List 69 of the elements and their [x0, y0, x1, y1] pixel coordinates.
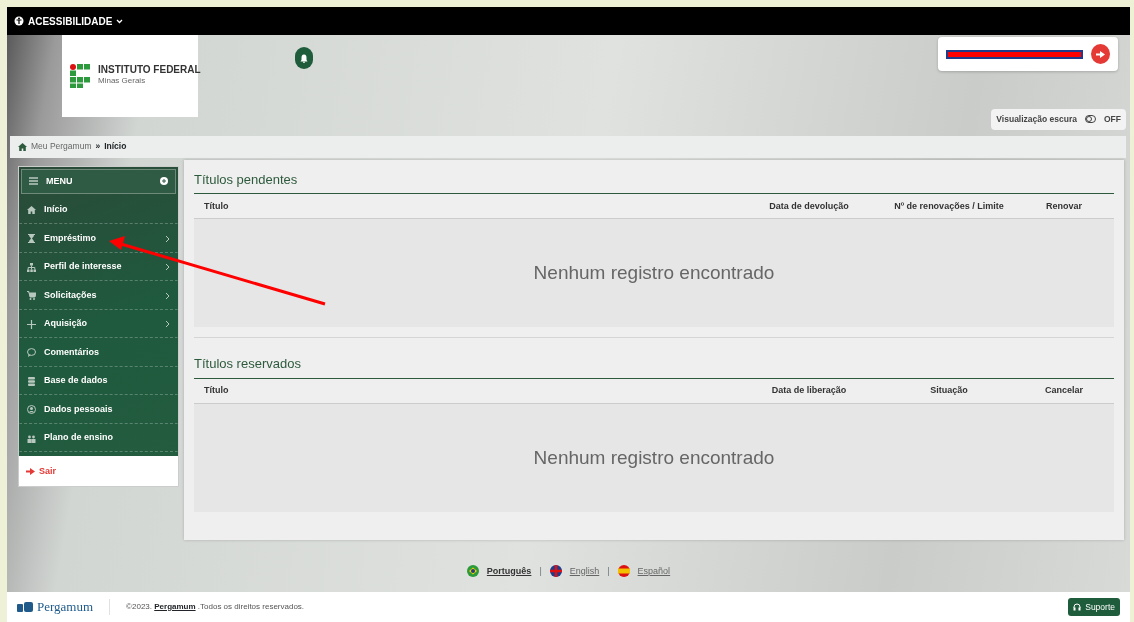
menu-item[interactable]: Comentários — [19, 338, 178, 367]
logout-button[interactable] — [1090, 44, 1110, 64]
column-header: Data de devolução — [768, 199, 850, 213]
menu-item[interactable]: Perfil de interesse — [19, 252, 178, 282]
toggle-icon — [1085, 115, 1096, 124]
caret-icon — [116, 18, 124, 24]
comment-icon — [27, 348, 36, 357]
menu-title: MENU — [46, 174, 73, 188]
headset-icon — [1073, 603, 1082, 611]
empty-message: Nenhum registro encontrado — [533, 261, 775, 286]
uk-flag-icon — [549, 565, 562, 578]
language-separator: | — [607, 564, 610, 578]
chevron-right-icon — [165, 320, 170, 328]
language-separator: | — [539, 564, 542, 578]
plus-circle-icon — [160, 177, 168, 186]
accessibility-menu-button[interactable]: ACESSIBILIDADE — [13, 12, 125, 30]
bell-icon — [300, 53, 308, 63]
logo-title: INSTITUTO FEDERAL — [98, 65, 201, 75]
dark-mode-state: OFF — [1104, 113, 1121, 126]
cart-icon — [27, 291, 36, 300]
menu-item[interactable]: Aquisição — [19, 309, 178, 339]
hourglass-icon — [27, 234, 36, 243]
database-icon — [27, 376, 36, 386]
logout-icon — [1095, 50, 1105, 58]
chevron-right-icon — [165, 234, 170, 243]
user-circle-icon — [27, 405, 36, 414]
column-header: Título — [204, 199, 230, 213]
breadcrumb-item[interactable]: Meu Pergamum — [31, 140, 92, 154]
logout-link[interactable]: Sair — [19, 456, 178, 487]
dark-mode-label: Visualização escura — [996, 113, 1077, 126]
language-link[interactable]: Português — [486, 564, 532, 578]
dark-mode-toggle[interactable]: Visualização escura OFF — [991, 109, 1126, 130]
column-header: Cancelar — [1044, 384, 1084, 398]
menu-item[interactable]: Início — [19, 195, 178, 225]
section-title: Títulos pendentes — [194, 171, 1114, 195]
support-button[interactable]: Suporte — [1068, 597, 1120, 617]
chevron-right-icon — [165, 263, 170, 271]
accessibility-icon — [14, 16, 24, 26]
copyright-link[interactable]: Pergamum — [154, 602, 196, 611]
brazil-flag-icon — [466, 565, 479, 578]
column-header: Situação — [929, 384, 969, 398]
language-link[interactable]: English — [569, 564, 600, 578]
logout-icon — [26, 467, 35, 475]
pergamum-logo-icon — [17, 602, 33, 612]
column-header: Data de liberação — [770, 384, 848, 398]
column-header: Renovar — [1045, 199, 1083, 213]
breadcrumb-item: Início — [104, 140, 127, 154]
menu-item[interactable]: Dados pessoais — [19, 395, 178, 424]
empty-message: Nenhum registro encontrado — [533, 445, 775, 470]
menu-item[interactable]: Plano de ensino — [19, 423, 178, 453]
plus-icon — [27, 319, 36, 329]
menu-item[interactable]: Base de dados — [19, 366, 178, 396]
brand-name: Pergamum — [37, 598, 94, 617]
breadcrumb-separator: » — [95, 140, 101, 154]
column-header: Título — [204, 384, 230, 398]
menu-icon — [29, 177, 38, 186]
users-icon — [27, 433, 36, 443]
logo-subtitle: Minas Gerais — [98, 75, 147, 87]
home-icon — [27, 205, 36, 215]
language-link[interactable]: Español — [637, 564, 671, 578]
column-header: Nº de renovações / Limite — [893, 199, 1005, 213]
section-title: Títulos reservados — [194, 356, 1114, 379]
menu-item[interactable]: Solicitações — [19, 281, 178, 310]
copyright-text: ©2023. Pergamum .Todos os direitos reservados. — [126, 601, 305, 613]
chevron-right-icon — [165, 291, 170, 300]
spain-flag-icon — [617, 565, 630, 578]
home-icon — [18, 142, 27, 151]
sitemap-icon — [27, 262, 36, 272]
notification-button[interactable] — [295, 47, 313, 69]
